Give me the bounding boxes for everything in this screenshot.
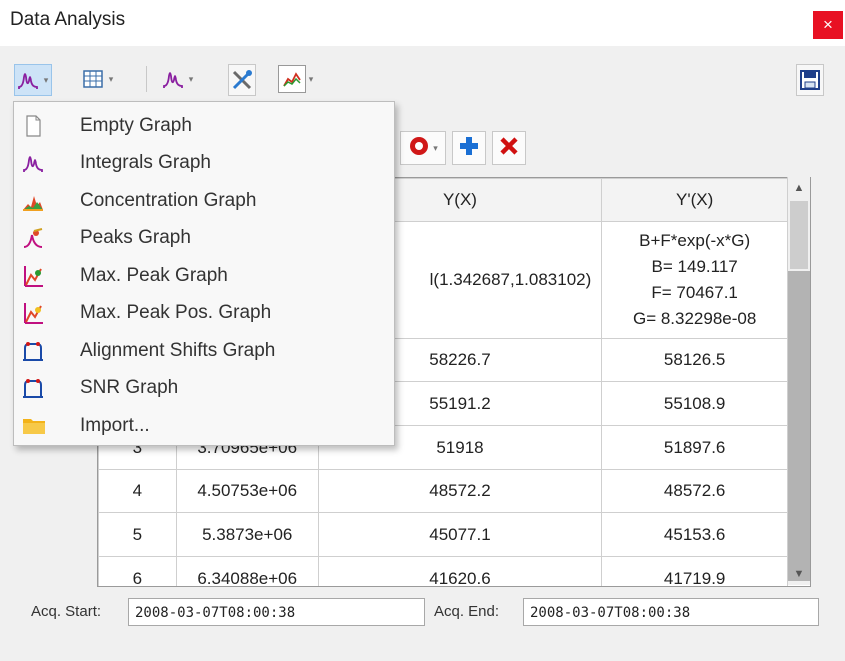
x-cell[interactable]: 5.3873e+06	[175, 512, 319, 557]
table-row[interactable]: 5 5.3873e+06 45077.1 45153.6	[98, 512, 788, 557]
save-icon	[797, 67, 823, 93]
ypx-cell[interactable]: 55108.9	[601, 381, 788, 426]
window-title: Data Analysis	[10, 9, 126, 30]
yx-cell[interactable]: 48572.2	[317, 469, 603, 513]
chevron-down-icon: ▾	[188, 73, 194, 84]
title-bar: Data Analysis ×	[0, 0, 845, 46]
fit-param-b: B= 149.117	[651, 257, 738, 276]
menu-item-label: Peaks Graph	[80, 227, 191, 248]
menu-item-label: Import...	[80, 415, 150, 436]
graph-dropdown-menu: Empty Graph Integrals Graph Concentratio…	[13, 101, 395, 446]
x-cell[interactable]: 6.34088e+06	[175, 556, 319, 586]
delete-icon	[499, 136, 519, 161]
menu-item-label: Max. Peak Graph	[80, 265, 228, 286]
scrollbar-track[interactable]	[788, 271, 810, 581]
acq-end-field[interactable]: 2008-03-07T08:00:38	[523, 598, 819, 626]
toolbar-separator	[146, 66, 147, 92]
ypx-cell[interactable]: 48572.6	[601, 469, 788, 513]
graph-menu-button[interactable]: ▾	[14, 64, 52, 96]
acq-end-label: Acq. End:	[434, 603, 500, 620]
alignment-icon	[22, 340, 44, 362]
scrollbar-thumb[interactable]	[790, 201, 808, 269]
peaks-icon	[22, 227, 44, 249]
menu-item-alignment-shifts-graph[interactable]: Alignment Shifts Graph	[14, 332, 394, 369]
table-row[interactable]: 4 4.50753e+06 48572.2 48572.6	[98, 469, 788, 513]
row-index: 5	[98, 512, 177, 557]
graph-icon	[15, 67, 41, 93]
table-row[interactable]: 6 6.34088e+06 41620.6 41719.9	[98, 556, 788, 586]
menu-item-label: Integrals Graph	[80, 152, 211, 173]
fit-param-g: G= 8.32298e-08	[632, 309, 757, 328]
yx-cell[interactable]: 45077.1	[317, 512, 603, 557]
max-peak-pos-icon	[22, 302, 44, 324]
main-toolbar: ▾ ▾ ▾ ▾	[0, 58, 845, 100]
chevron-down-icon: ▾	[433, 142, 438, 153]
ypx-cell[interactable]: 51897.6	[601, 425, 788, 470]
save-button[interactable]	[796, 64, 824, 96]
menu-item-label: Alignment Shifts Graph	[80, 340, 276, 361]
empty-page-icon	[22, 115, 44, 137]
folder-icon	[22, 415, 45, 437]
integrals-icon	[22, 152, 44, 174]
menu-item-label: Empty Graph	[80, 115, 192, 136]
menu-item-peaks-graph[interactable]: Peaks Graph	[14, 219, 394, 256]
fit-param-f: F= 70467.1	[651, 283, 738, 302]
scroll-up-arrow-icon[interactable]: ▲	[788, 177, 810, 199]
menu-item-integrals-graph[interactable]: Integrals Graph	[14, 144, 394, 181]
concentration-icon	[22, 190, 44, 212]
x-cell[interactable]: 4.50753e+06	[175, 469, 319, 513]
settings-icon	[408, 135, 430, 162]
add-row-button[interactable]	[452, 131, 486, 165]
fit-formula: B+F*exp(-x*G)	[639, 231, 751, 250]
menu-item-empty-graph[interactable]: Empty Graph	[14, 107, 394, 144]
menu-item-label: Concentration Graph	[80, 190, 257, 211]
menu-item-max-peak-graph[interactable]: Max. Peak Graph	[14, 257, 394, 294]
yx-cell[interactable]: 41620.6	[317, 556, 603, 586]
max-peak-icon	[22, 265, 44, 287]
chart-icon	[278, 65, 306, 93]
close-button[interactable]: ×	[813, 11, 843, 39]
chart-menu-button[interactable]: ▾	[278, 64, 316, 94]
tools-button[interactable]	[228, 64, 256, 96]
menu-item-label: Max. Peak Pos. Graph	[80, 302, 272, 323]
menu-item-max-peak-pos-graph[interactable]: Max. Peak Pos. Graph	[14, 294, 394, 331]
settings-button[interactable]: ▾	[400, 131, 446, 165]
chevron-down-icon: ▾	[43, 74, 49, 85]
tools-icon	[229, 67, 255, 93]
table-scrollbar[interactable]: ▲ ▼	[787, 177, 810, 585]
menu-item-label: SNR Graph	[80, 377, 179, 398]
ypx-cell[interactable]: 58126.5	[601, 338, 788, 382]
row-index: 6	[98, 556, 177, 586]
menu-item-import[interactable]: Import...	[14, 407, 394, 444]
ypx-cell[interactable]: 41719.9	[601, 556, 788, 586]
ypx-cell[interactable]: 45153.6	[601, 512, 788, 557]
acq-start-label: Acq. Start:	[31, 603, 102, 620]
delete-row-button[interactable]	[492, 131, 526, 165]
scroll-down-arrow-icon[interactable]: ▼	[788, 563, 810, 585]
fit-parameters-cell[interactable]: B+F*exp(-x*G) B= 149.117 F= 70467.1 G= 8…	[601, 221, 788, 339]
table-icon	[80, 66, 106, 92]
graph-type-button[interactable]: ▾	[160, 64, 196, 94]
add-icon	[458, 135, 480, 162]
chevron-down-icon: ▾	[108, 73, 114, 84]
row-index: 4	[98, 469, 177, 513]
snr-icon	[22, 377, 44, 399]
menu-item-concentration-graph[interactable]: Concentration Graph	[14, 182, 394, 219]
column-header-ypx[interactable]: Y'(X)	[601, 178, 788, 222]
graph-icon	[160, 66, 186, 92]
row-action-bar: ▾	[400, 130, 532, 166]
acq-start-field[interactable]: 2008-03-07T08:00:38	[128, 598, 425, 626]
menu-item-snr-graph[interactable]: SNR Graph	[14, 369, 394, 406]
table-menu-button[interactable]: ▾	[80, 64, 116, 94]
chevron-down-icon: ▾	[308, 73, 314, 84]
